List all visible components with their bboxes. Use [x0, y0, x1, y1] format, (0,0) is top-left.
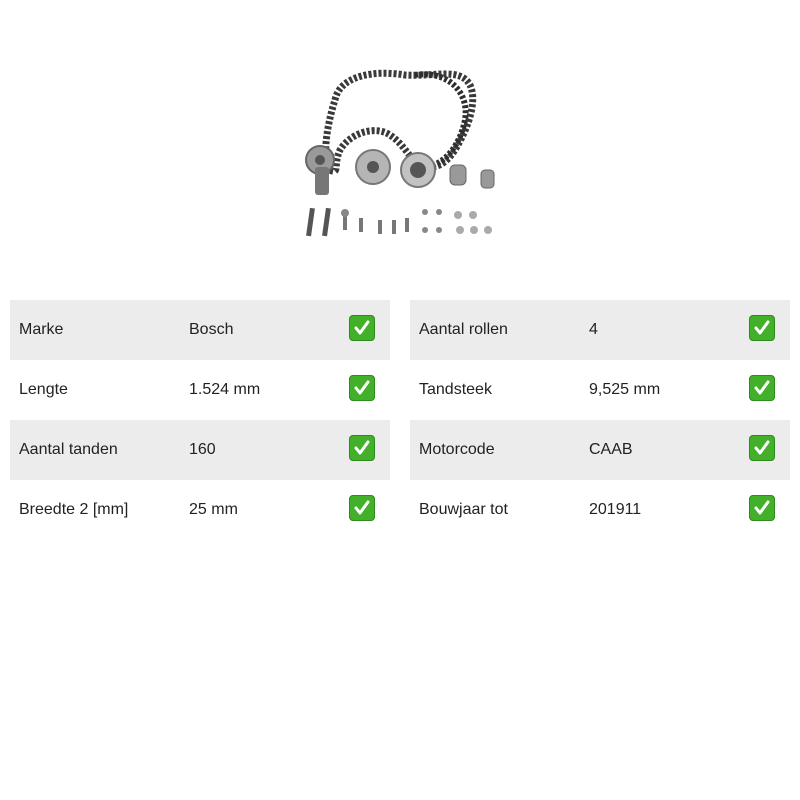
spec-row: Tandsteek 9,525 mm — [410, 360, 790, 420]
green-check-icon — [749, 495, 775, 521]
spec-row: Marke Bosch — [10, 300, 390, 360]
specs-column-right: Aantal rollen 4 Tandsteek 9,525 mm Motor… — [410, 300, 790, 540]
spec-value: Bosch — [189, 321, 234, 338]
spec-value: 1.524 mm — [189, 381, 261, 398]
spec-label: Aantal tanden — [19, 441, 118, 458]
spec-value: 25 mm — [189, 501, 238, 518]
spec-label: Bouwjaar tot — [419, 501, 508, 518]
spec-label: Aantal rollen — [419, 321, 508, 338]
spec-value: 160 — [189, 441, 216, 458]
spec-label: Motorcode — [419, 441, 495, 458]
green-check-icon — [749, 315, 775, 341]
spec-label: Breedte 2 [mm] — [19, 501, 129, 518]
spec-row: Aantal tanden 160 — [10, 420, 390, 480]
spec-value: 201911 — [589, 501, 642, 518]
spec-value: 4 — [589, 321, 598, 338]
green-check-icon — [349, 435, 375, 461]
timing-belt-kit-icon — [305, 69, 495, 237]
green-check-icon — [349, 315, 375, 341]
spec-value: CAAB — [589, 441, 633, 458]
spec-value: 9,525 mm — [589, 381, 661, 398]
spec-label: Tandsteek — [419, 381, 492, 398]
green-check-icon — [749, 375, 775, 401]
green-check-icon — [349, 495, 375, 521]
green-check-icon — [349, 375, 375, 401]
green-check-icon — [749, 435, 775, 461]
spec-row: Breedte 2 [mm] 25 mm — [10, 480, 390, 540]
spec-label: Lengte — [19, 381, 68, 398]
spec-row: Bouwjaar tot 201911 — [410, 480, 790, 540]
spec-label: Marke — [19, 321, 64, 338]
spec-row: Lengte 1.524 mm — [10, 360, 390, 420]
specs-column-left: Marke Bosch Lengte 1.524 mm Aantal tande… — [10, 300, 390, 540]
product-image — [295, 55, 505, 245]
spec-row: Aantal rollen 4 — [410, 300, 790, 360]
spec-row: Motorcode CAAB — [410, 420, 790, 480]
